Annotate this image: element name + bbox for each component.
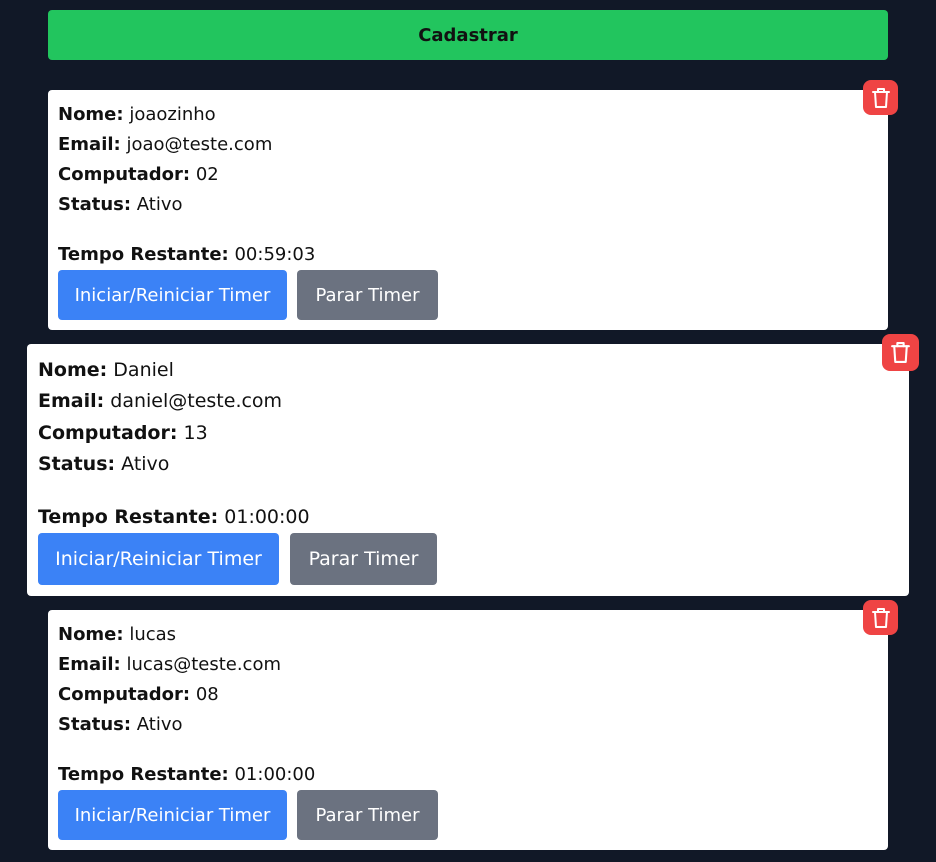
user-name: joaozinho [129, 104, 216, 125]
user-computer: 13 [183, 422, 208, 444]
status-label: Status: [58, 714, 132, 735]
time-remaining: 00:59:03 [234, 244, 316, 265]
user-email-row: Email: joao@teste.com [58, 134, 272, 155]
email-label: Email: [58, 654, 121, 675]
start-timer-button[interactable]: Iniciar/Reiniciar Timer [58, 270, 287, 320]
user-computer: 08 [195, 684, 219, 705]
user-computer-row: Computador: 02 [58, 164, 219, 185]
user-card: Nome: lucas Email: lucas@teste.com Compu… [48, 600, 898, 850]
user-computer: 02 [195, 164, 219, 185]
trash-icon [871, 87, 890, 108]
status-label: Status: [58, 194, 132, 215]
user-name-row: Nome: Daniel [38, 359, 174, 381]
stop-timer-button[interactable]: Parar Timer [297, 790, 438, 840]
time-remaining: 01:00:00 [234, 764, 316, 785]
user-status: Ativo [121, 453, 170, 475]
email-label: Email: [38, 390, 105, 412]
user-email: joao@teste.com [126, 134, 273, 155]
user-card: Nome: Daniel Email: daniel@teste.com Com… [27, 334, 919, 596]
user-card: Nome: joaozinho Email: joao@teste.com Co… [48, 80, 898, 330]
user-name-row: Nome: joaozinho [58, 104, 216, 125]
start-timer-button[interactable]: Iniciar/Reiniciar Timer [58, 790, 287, 840]
user-email: daniel@teste.com [110, 390, 283, 412]
delete-user-button[interactable] [863, 600, 898, 635]
computer-label: Computador: [58, 164, 191, 185]
time-remaining-row: Tempo Restante: 01:00:00 [58, 764, 315, 785]
stop-timer-button[interactable]: Parar Timer [290, 533, 437, 585]
page: Cadastrar Nome: joaozinho Email: joao@te… [0, 0, 936, 862]
delete-user-button[interactable] [882, 334, 919, 371]
user-computer-row: Computador: 08 [58, 684, 219, 705]
user-name-row: Nome: lucas [58, 624, 176, 645]
time-remaining-row: Tempo Restante: 01:00:00 [38, 506, 310, 528]
name-label: Nome: [58, 104, 124, 125]
user-computer-row: Computador: 13 [38, 422, 208, 444]
time-remaining-label: Tempo Restante: [58, 764, 229, 785]
user-name: Daniel [113, 359, 174, 381]
status-label: Status: [38, 453, 116, 475]
time-remaining-label: Tempo Restante: [38, 506, 219, 528]
user-status: Ativo [136, 194, 183, 215]
user-status-row: Status: Ativo [38, 453, 169, 475]
trash-icon [871, 607, 890, 628]
user-email-row: Email: lucas@teste.com [58, 654, 281, 675]
trash-icon [891, 342, 910, 363]
user-name: lucas [129, 624, 177, 645]
name-label: Nome: [58, 624, 124, 645]
register-button[interactable]: Cadastrar [48, 10, 888, 60]
start-timer-button[interactable]: Iniciar/Reiniciar Timer [38, 533, 279, 585]
user-status-row: Status: Ativo [58, 194, 183, 215]
computer-label: Computador: [38, 422, 178, 444]
delete-user-button[interactable] [863, 80, 898, 115]
user-status: Ativo [136, 714, 183, 735]
user-email-row: Email: daniel@teste.com [38, 390, 282, 412]
time-remaining-row: Tempo Restante: 00:59:03 [58, 244, 315, 265]
user-status-row: Status: Ativo [58, 714, 183, 735]
user-email: lucas@teste.com [126, 654, 282, 675]
stop-timer-button[interactable]: Parar Timer [297, 270, 438, 320]
email-label: Email: [58, 134, 121, 155]
name-label: Nome: [38, 359, 108, 381]
time-remaining: 01:00:00 [224, 506, 310, 528]
computer-label: Computador: [58, 684, 191, 705]
time-remaining-label: Tempo Restante: [58, 244, 229, 265]
